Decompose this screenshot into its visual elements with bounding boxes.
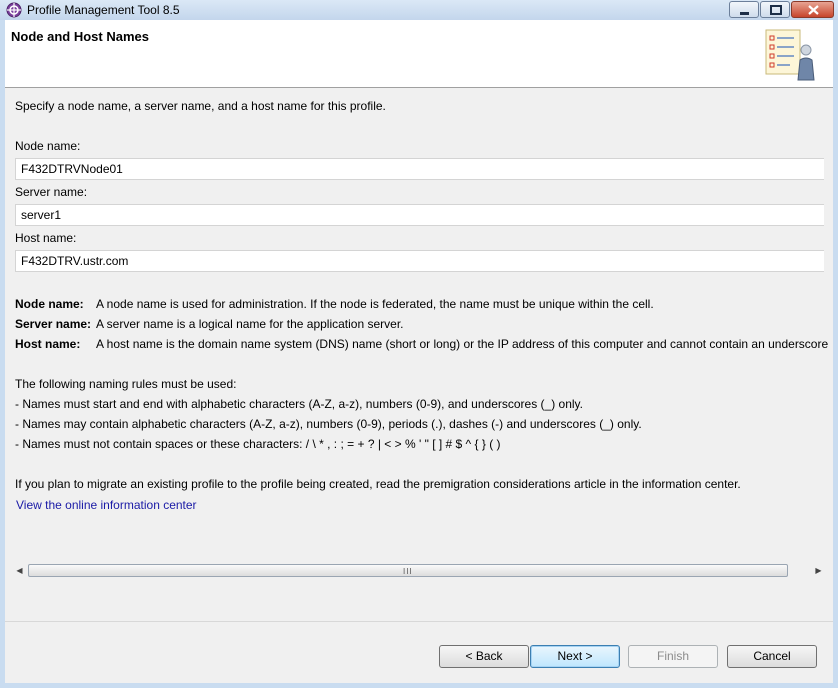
minimize-button[interactable]: [729, 1, 759, 18]
title-bar[interactable]: Profile Management Tool 8.5: [0, 0, 838, 20]
next-button[interactable]: Next >: [530, 645, 620, 668]
finish-button[interactable]: Finish: [628, 645, 718, 668]
description-key: Host name:: [15, 337, 81, 351]
window-title: Profile Management Tool 8.5: [27, 3, 180, 17]
window-bottom-border: [0, 683, 838, 688]
wizard-content: Specify a node name, a server name, and …: [5, 88, 833, 573]
naming-rule-item: - Names must not contain spaces or these…: [15, 437, 501, 451]
description-text: A host name is the domain name system (D…: [96, 337, 829, 351]
node-name-description: Node name: A node name is used for admini…: [15, 297, 654, 311]
wizard-header: Node and Host Names: [5, 20, 833, 88]
page-title: Node and Host Names: [11, 29, 149, 44]
server-name-input[interactable]: [15, 204, 824, 226]
server-name-description: Server name: A server name is a logical n…: [15, 317, 404, 331]
checklist-person-icon: [760, 24, 824, 84]
maximize-button[interactable]: [760, 1, 790, 18]
back-button[interactable]: < Back: [439, 645, 529, 668]
maximize-icon: [770, 5, 782, 15]
close-icon: [808, 5, 819, 15]
server-name-label: Server name:: [15, 185, 88, 199]
scroll-left-arrow-icon[interactable]: ◀: [11, 563, 28, 579]
node-name-input[interactable]: [15, 158, 824, 180]
close-button[interactable]: [791, 1, 834, 18]
naming-rule-item: - Names may contain alphabetic character…: [15, 417, 642, 431]
scroll-right-arrow-icon[interactable]: ▶: [810, 563, 827, 579]
migration-note: If you plan to migrate an existing profi…: [15, 477, 741, 491]
host-name-description: Host name: A host name is the domain name…: [15, 337, 828, 351]
cancel-button[interactable]: Cancel: [727, 645, 817, 668]
horizontal-scrollbar[interactable]: ◀ III ▶: [11, 563, 827, 579]
description-key: Node name:: [15, 297, 84, 311]
host-name-label: Host name:: [15, 231, 77, 245]
online-info-center-link[interactable]: View the online information center: [16, 498, 197, 512]
naming-rule-item: - Names must start and end with alphabet…: [15, 397, 584, 411]
host-name-input[interactable]: [15, 250, 824, 272]
scrollbar-thumb[interactable]: III: [28, 564, 788, 577]
application-window: Profile Management Tool 8.5 Node and Hos…: [0, 0, 838, 688]
naming-rules-heading: The following naming rules must be used:: [15, 377, 237, 391]
profile-tool-icon: [6, 2, 22, 18]
description-key: Server name:: [15, 317, 92, 331]
wizard-client-area: Node and Host Names Specify a node name,…: [5, 20, 833, 683]
intro-text: Specify a node name, a server name, and …: [15, 99, 386, 113]
footer-divider: [5, 621, 833, 622]
minimize-icon: [740, 12, 749, 15]
description-text: A server name is a logical name for the …: [96, 317, 404, 331]
node-name-label: Node name:: [15, 139, 81, 153]
scrollbar-grip: III: [403, 567, 413, 576]
description-text: A node name is used for administration. …: [96, 297, 654, 311]
